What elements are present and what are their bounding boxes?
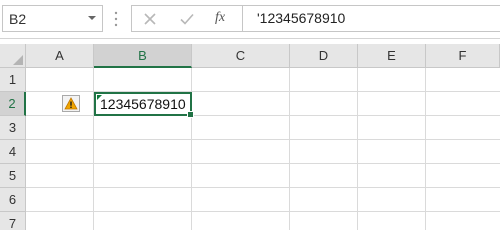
- row-header-6[interactable]: 6: [0, 188, 26, 212]
- name-box[interactable]: B2: [2, 5, 103, 32]
- chevron-down-icon[interactable]: [87, 13, 97, 23]
- formula-buttons: fx: [131, 5, 242, 32]
- row-header-2[interactable]: 2: [0, 92, 26, 116]
- gridline: [26, 163, 500, 164]
- gridline: [26, 187, 500, 188]
- excel-window: B2 fx '12345678910 A B C D E F 1 2 3 4 5…: [0, 0, 500, 230]
- column-header-e[interactable]: E: [358, 44, 426, 68]
- gridline: [425, 68, 426, 230]
- row-header-7[interactable]: 7: [0, 212, 26, 230]
- x-icon[interactable]: [142, 11, 158, 27]
- name-box-value: B2: [9, 11, 27, 27]
- warning-icon: [64, 97, 78, 110]
- row-header-3[interactable]: 3: [0, 116, 26, 140]
- gridline: [26, 211, 500, 212]
- worksheet-grid: A B C D E F 1 2 3 4 5 6 7 12345678910: [0, 44, 500, 230]
- row-header-1[interactable]: 1: [0, 68, 26, 92]
- formula-input[interactable]: '12345678910: [242, 5, 500, 32]
- column-header-c[interactable]: C: [192, 44, 290, 68]
- column-header-f[interactable]: F: [426, 44, 500, 68]
- column-header-a[interactable]: A: [26, 44, 94, 68]
- fill-handle[interactable]: [187, 111, 194, 118]
- column-header-d[interactable]: D: [290, 44, 358, 68]
- fx-icon[interactable]: fx: [215, 10, 225, 26]
- drag-handle-icon[interactable]: [113, 9, 119, 29]
- gridline: [357, 68, 358, 230]
- cell-b2[interactable]: 12345678910: [94, 92, 194, 118]
- select-all-button[interactable]: [0, 44, 26, 68]
- column-header-b[interactable]: B: [94, 44, 192, 68]
- error-check-button[interactable]: [62, 95, 80, 112]
- row-header-5[interactable]: 5: [0, 164, 26, 188]
- row-header-4[interactable]: 4: [0, 140, 26, 164]
- cells-area[interactable]: 12345678910: [26, 68, 500, 230]
- cell-b2-value: 12345678910: [100, 96, 186, 112]
- formula-bar: B2 fx '12345678910: [0, 0, 500, 39]
- select-all-triangle-icon: [13, 55, 23, 65]
- checkmark-icon[interactable]: [179, 11, 195, 27]
- gridline: [289, 68, 290, 230]
- gridline: [26, 139, 500, 140]
